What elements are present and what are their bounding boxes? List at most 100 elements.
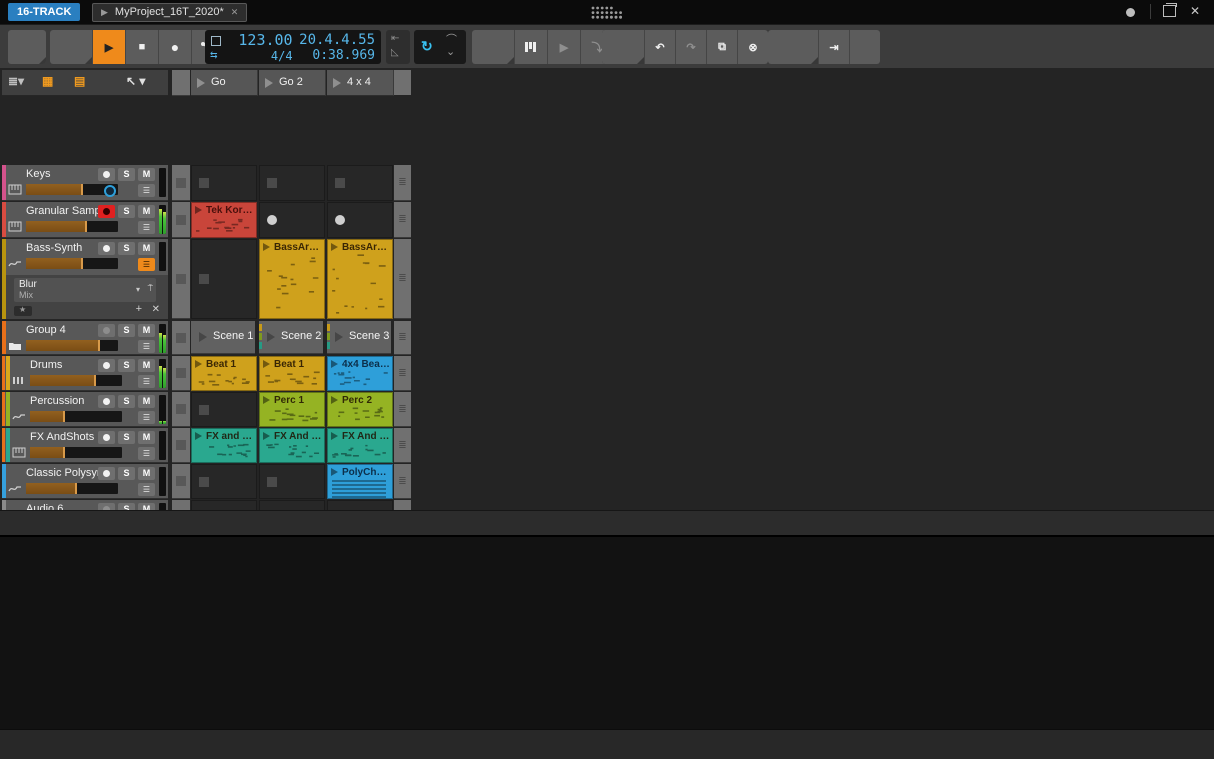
mini-menu-button[interactable]: ☰	[138, 483, 155, 496]
launcher-clip[interactable]: BassArp 2	[327, 239, 393, 319]
mute-button[interactable]: M	[138, 395, 155, 408]
scene-play-icon[interactable]	[197, 78, 205, 88]
launcher-clip[interactable]: FX And Shots 3	[327, 428, 393, 463]
solo-button[interactable]: S	[118, 242, 135, 255]
volume-fader[interactable]	[26, 221, 118, 232]
record-slot-dot[interactable]	[335, 215, 345, 225]
solo-button[interactable]: S	[118, 395, 135, 408]
add-instrument-icon[interactable]	[515, 30, 548, 64]
mini-menu-button[interactable]: ☰	[138, 221, 155, 234]
add-lane-button[interactable]: +	[136, 303, 142, 315]
record-arm-button[interactable]	[98, 205, 115, 218]
record-arm-button[interactable]	[98, 467, 115, 480]
cursor-tool-icon[interactable]: ↖ ▾	[126, 74, 145, 88]
launcher-clip[interactable]: Tek Kords 1	[191, 202, 257, 238]
add-menu-button[interactable]	[472, 30, 515, 64]
mute-button[interactable]: M	[138, 324, 155, 337]
launcher-clip[interactable]: BassArp 1	[259, 239, 325, 319]
mute-button[interactable]: M	[138, 205, 155, 218]
launcher-clip[interactable]: FX and Shots 1	[191, 428, 257, 463]
scene-launch-cell[interactable]: ≣	[394, 428, 411, 463]
clip-stop-cell[interactable]	[172, 165, 190, 201]
scene-launch-column-header[interactable]	[394, 70, 411, 95]
track-header-poly[interactable]: Classic Polysynth S M ☰	[2, 464, 168, 499]
scene-launch-cell[interactable]: ≣	[394, 239, 411, 319]
tempo-block[interactable]: 123.00 4/4	[227, 31, 298, 63]
scene-header-1[interactable]: Go	[191, 70, 258, 96]
clip-slot-empty[interactable]	[327, 165, 393, 201]
group-scene-cell[interactable]: Scene 3	[327, 321, 391, 354]
clip-stop-cell[interactable]	[172, 428, 190, 463]
mute-button[interactable]: M	[138, 467, 155, 480]
clip-stop-cell[interactable]	[172, 356, 190, 391]
solo-button[interactable]: S	[118, 467, 135, 480]
volume-fader[interactable]	[26, 258, 118, 269]
mute-button[interactable]: M	[138, 431, 155, 444]
fade-out-icon[interactable]: ⌄	[446, 45, 455, 58]
play-menu-button[interactable]	[50, 30, 93, 64]
stop-button[interactable]: ■	[126, 30, 159, 64]
mini-menu-button[interactable]: ☰	[138, 411, 155, 424]
clip-stop-cell[interactable]	[172, 321, 190, 355]
clip-slot-empty[interactable]	[191, 239, 257, 319]
solo-button[interactable]: S	[118, 205, 135, 218]
position-block[interactable]: 20.4.4.55 0:38.969	[299, 32, 381, 63]
clip-stop-cell[interactable]	[172, 202, 190, 238]
close-lane-button[interactable]: ✕	[152, 304, 160, 315]
mini-menu-button[interactable]: ☰	[138, 340, 155, 353]
chevron-down-icon[interactable]: ▾	[136, 285, 140, 294]
project-switcher-button[interactable]: 16-TRACK	[8, 3, 81, 21]
clip-slot-empty[interactable]	[191, 165, 257, 201]
launcher-clip[interactable]: FX And Shots 2	[259, 428, 325, 463]
edit-menu-button[interactable]	[602, 30, 645, 64]
time-signature[interactable]: 4/4	[227, 49, 293, 63]
clip-slot-empty[interactable]	[259, 464, 325, 499]
arranger-range-icon[interactable]: ⇆	[210, 50, 222, 60]
scene-launch-cell[interactable]: ≣	[394, 464, 411, 499]
mini-menu-button[interactable]: ☰	[138, 184, 155, 197]
scene-play-icon[interactable]	[265, 78, 273, 88]
record-arm-button[interactable]	[98, 359, 115, 372]
record-arm-button[interactable]	[98, 168, 115, 181]
solo-button[interactable]: S	[118, 431, 135, 444]
launcher-clip[interactable]: 4x4 Beat 1	[327, 356, 393, 391]
solo-button[interactable]: S	[118, 324, 135, 337]
automation-dot[interactable]	[104, 185, 116, 197]
window-close-icon[interactable]: ✕	[1190, 4, 1200, 18]
insert-device-icon[interactable]: ⇥	[819, 30, 850, 64]
mini-menu-button[interactable]: ☰	[138, 258, 155, 271]
record-arm-button[interactable]	[98, 395, 115, 408]
record-arm-button[interactable]	[98, 324, 115, 337]
clip-stop-cell[interactable]	[172, 239, 190, 319]
launcher-clip[interactable]: Perc 2	[327, 392, 393, 427]
solo-button[interactable]: S	[118, 168, 135, 181]
clip-slot-empty[interactable]	[259, 165, 325, 201]
scene-play-icon[interactable]	[335, 332, 343, 342]
play-button[interactable]: ▶	[93, 30, 126, 64]
scene-header-3[interactable]: 4 x 4	[327, 70, 394, 96]
volume-fader[interactable]	[26, 184, 118, 197]
record-arm-button[interactable]	[98, 431, 115, 444]
scene-launch-cell[interactable]: ≣	[394, 321, 411, 355]
mute-button[interactable]: M	[138, 242, 155, 255]
scene-launch-cell[interactable]: ≣	[394, 392, 411, 427]
launcher-clip[interactable]: Perc 1	[259, 392, 325, 427]
delete-icon[interactable]: ⊗	[738, 30, 768, 64]
scene-play-icon[interactable]	[333, 78, 341, 88]
mute-button[interactable]: M	[138, 359, 155, 372]
record-button[interactable]: ●	[159, 30, 192, 64]
position-value[interactable]: 20.4.4.55	[299, 32, 375, 48]
pin-icon[interactable]: ⍑	[148, 283, 153, 294]
volume-fader[interactable]	[30, 375, 122, 386]
project-tab[interactable]: ▶ MyProject_16T_2020* ✕	[92, 3, 248, 22]
project-tab-close-icon[interactable]: ✕	[231, 4, 239, 21]
lane-layout-icon[interactable]: ▤	[74, 74, 85, 88]
automation-param-selector[interactable]: Blur Mix ▾ ⍑	[14, 278, 156, 302]
track-header-drums[interactable]: Drums S M ☰	[2, 356, 168, 391]
scene-play-icon[interactable]	[199, 332, 207, 342]
group-scene-cell[interactable]: Scene 1	[191, 321, 255, 354]
scene-launch-cell[interactable]: ≣	[394, 165, 411, 201]
window-restore-icon[interactable]	[1163, 3, 1177, 17]
time-value[interactable]: 0:38.969	[299, 48, 375, 63]
clip-stop-cell[interactable]	[172, 464, 190, 499]
